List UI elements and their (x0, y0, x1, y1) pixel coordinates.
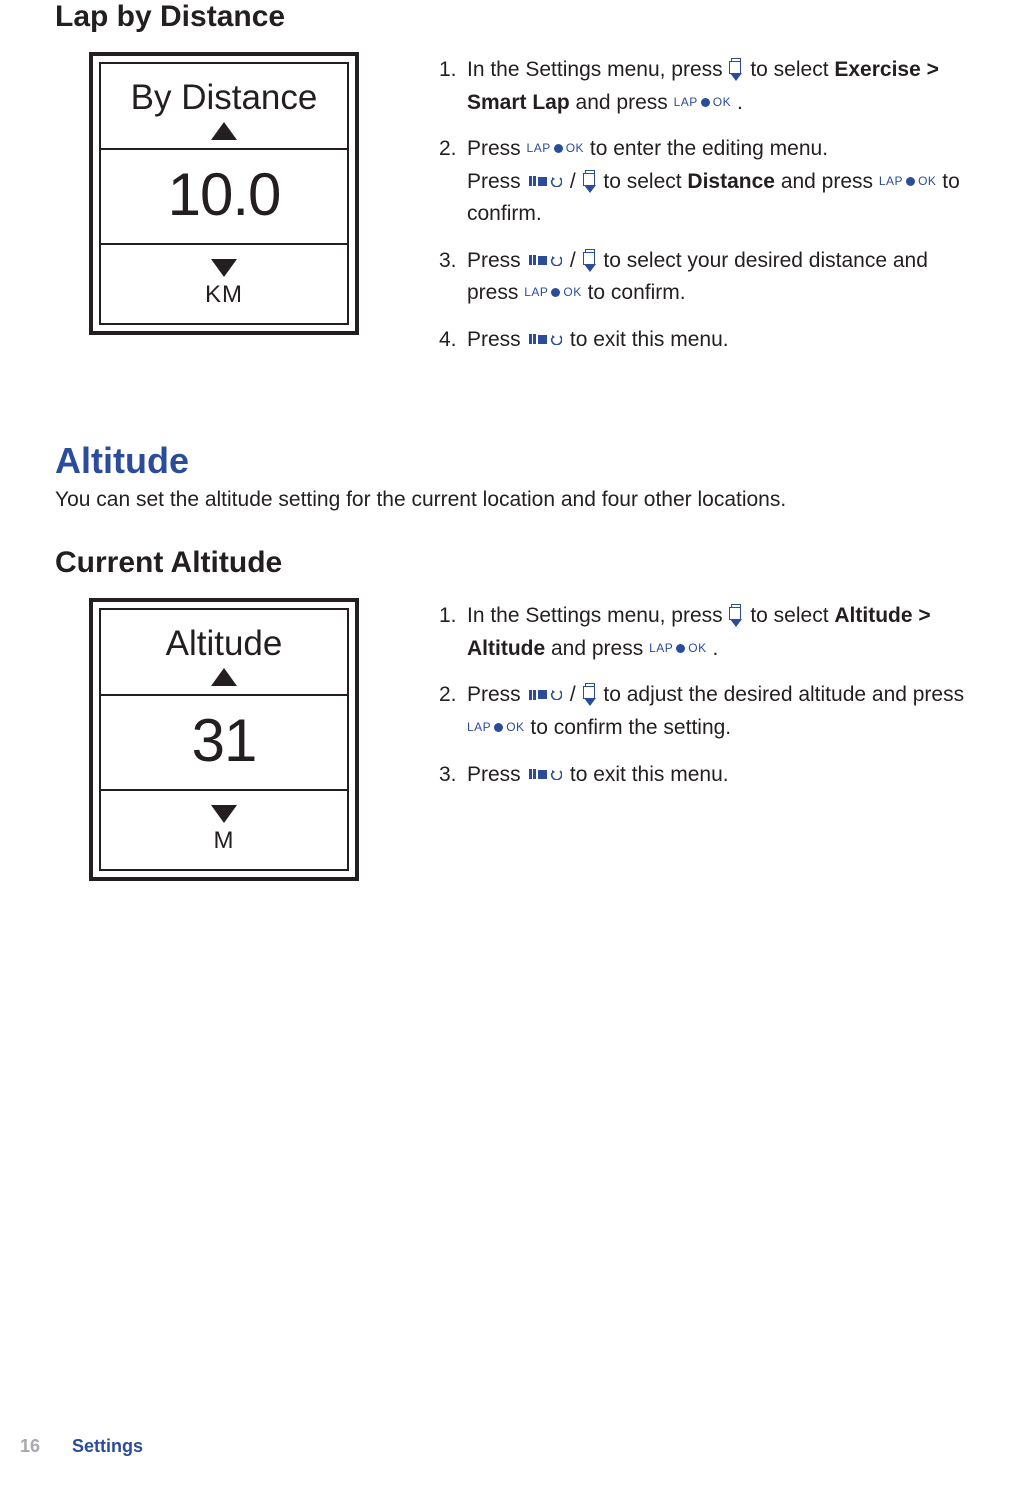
step-text: Press (467, 137, 527, 160)
lap-ok-icon: LAPOK (524, 283, 582, 302)
section-current-altitude: Altitude 31 M 1. In the Settings menu, p… (89, 598, 970, 881)
triangle-down-icon (211, 259, 237, 277)
back-icon (529, 255, 563, 266)
page-down-icon (584, 249, 596, 272)
menu-path: Distance (687, 170, 775, 193)
device-unit: M (214, 827, 235, 854)
device-unit: KM (205, 281, 243, 308)
heading-altitude: Altitude (55, 440, 970, 482)
step-text: to select (750, 604, 834, 627)
page-footer: 16 Settings (20, 1436, 143, 1457)
steps-altitude: 1. In the Settings menu, press to select… (439, 598, 970, 805)
device-screen-altitude: Altitude 31 M (89, 598, 359, 881)
step-text: Press (467, 328, 527, 351)
step-text: In the Settings menu, press (467, 604, 728, 627)
lap-ok-icon: LAPOK (879, 172, 937, 191)
step-number: 2. (439, 679, 457, 712)
triangle-up-icon (211, 122, 237, 140)
step-text: to enter the editing menu. (590, 137, 828, 160)
page-down-icon (584, 170, 596, 193)
step-text: and press (576, 91, 674, 114)
step-number: 1. (439, 600, 457, 633)
step-item: 1. In the Settings menu, press to select… (439, 54, 970, 119)
step-text: In the Settings menu, press (467, 58, 728, 81)
chapter-name: Settings (72, 1436, 143, 1457)
device-value: 10.0 (101, 148, 347, 245)
step-text: . (737, 91, 743, 114)
step-number: 2. (439, 133, 457, 166)
step-text: to select (750, 58, 834, 81)
lap-ok-icon: LAPOK (674, 93, 732, 112)
back-icon (529, 689, 563, 700)
page-number: 16 (20, 1436, 40, 1457)
step-text: Press (467, 683, 527, 706)
page-down-icon (730, 604, 742, 627)
step-text: / (570, 683, 582, 706)
back-icon (529, 769, 563, 780)
lap-ok-icon: LAPOK (467, 718, 525, 737)
step-text: Press (467, 249, 527, 272)
step-text: to confirm the setting. (530, 716, 731, 739)
lap-ok-icon: LAPOK (649, 639, 707, 658)
step-text: to exit this menu. (570, 763, 729, 786)
step-text: / (570, 170, 582, 193)
step-item: 3. Press to exit this menu. (439, 759, 970, 792)
step-item: 2. Press LAPOK to enter the editing menu… (439, 133, 970, 231)
step-text: and press (781, 170, 879, 193)
back-icon (529, 176, 563, 187)
heading-lap-by-distance: Lap by Distance (55, 0, 970, 34)
device-value: 31 (101, 694, 347, 791)
step-number: 3. (439, 759, 457, 792)
steps-lap: 1. In the Settings menu, press to select… (439, 52, 970, 370)
step-text: and press (551, 637, 649, 660)
step-text: Press (467, 170, 527, 193)
heading-current-altitude: Current Altitude (55, 546, 970, 580)
step-item: 1. In the Settings menu, press to select… (439, 600, 970, 665)
device-screen-lap: By Distance 10.0 KM (89, 52, 359, 335)
lap-ok-icon: LAPOK (527, 139, 585, 158)
step-text: / (570, 249, 582, 272)
step-item: 4. Press to exit this menu. (439, 324, 970, 357)
step-number: 3. (439, 245, 457, 278)
intro-altitude: You can set the altitude setting for the… (55, 488, 970, 512)
step-number: 1. (439, 54, 457, 87)
device-title: By Distance (131, 78, 318, 117)
step-text: to adjust the desired altitude and press (603, 683, 964, 706)
step-text: Press (467, 763, 527, 786)
step-text: . (712, 637, 718, 660)
triangle-up-icon (211, 668, 237, 686)
step-item: 2. Press / to adjust the desired altitud… (439, 679, 970, 744)
step-text: to exit this menu. (570, 328, 729, 351)
section-lap-by-distance: By Distance 10.0 KM 1. In the Settings m… (89, 52, 970, 370)
step-item: 3. Press / to select your desired distan… (439, 245, 970, 310)
back-icon (529, 334, 563, 345)
step-text: to select (603, 170, 687, 193)
step-text: to confirm. (588, 281, 686, 304)
device-title: Altitude (166, 624, 283, 663)
page-down-icon (584, 683, 596, 706)
page-down-icon (730, 58, 742, 81)
step-number: 4. (439, 324, 457, 357)
triangle-down-icon (211, 805, 237, 823)
